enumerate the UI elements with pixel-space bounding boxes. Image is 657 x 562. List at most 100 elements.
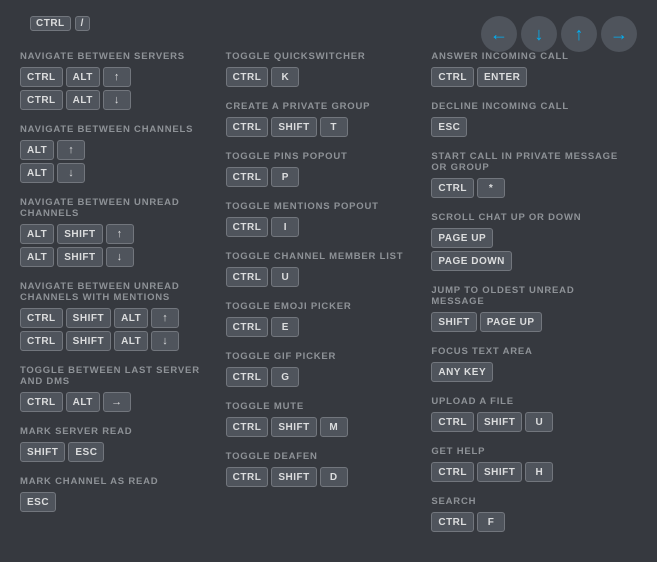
section-2-7: GET HELPCTRLSHIFTH xyxy=(431,446,627,482)
key-2-6-0-1: SHIFT xyxy=(477,412,522,432)
section-label-1-6: TOGGLE GIF PICKER xyxy=(226,351,422,362)
keys-row-0-3-1: CTRLSHIFTALT↓ xyxy=(20,331,216,351)
key-2-6-0-2: U xyxy=(525,412,553,432)
section-0-3: NAVIGATE BETWEEN UNREAD CHANNELS WITH ME… xyxy=(20,281,216,351)
key-1-0-0-0: CTRL xyxy=(226,67,269,87)
key-0-0-1-2: ↓ xyxy=(103,90,131,110)
section-0-1: NAVIGATE BETWEEN CHANNELSALT↑ALT↓ xyxy=(20,124,216,183)
header-badge-slash: / xyxy=(75,16,90,31)
key-0-4-0-0: CTRL xyxy=(20,392,63,412)
keys-row-1-7-0: CTRLSHIFTM xyxy=(226,417,422,437)
arrow-navigation: ← ↓ ↑ → xyxy=(481,16,637,52)
section-label-2-3: SCROLL CHAT UP OR DOWN xyxy=(431,212,627,223)
key-1-3-0-1: I xyxy=(271,217,299,237)
section-label-2-1: DECLINE INCOMING CALL xyxy=(431,101,627,112)
keys-row-0-1-1: ALT↓ xyxy=(20,163,216,183)
keys-row-0-3-0: CTRLSHIFTALT↑ xyxy=(20,308,216,328)
key-1-1-0-0: CTRL xyxy=(226,117,269,137)
keys-row-0-1-0: ALT↑ xyxy=(20,140,216,160)
keys-row-2-3-1: PAGE DOWN xyxy=(431,251,627,271)
key-1-8-0-0: CTRL xyxy=(226,467,269,487)
key-1-3-0-0: CTRL xyxy=(226,217,269,237)
keys-row-2-3-0: PAGE UP xyxy=(431,228,627,248)
arrow-right-button[interactable]: → xyxy=(601,16,637,52)
section-label-2-2: START CALL IN PRIVATE MESSAGE OR GROUP xyxy=(431,151,627,173)
keys-row-1-8-0: CTRLSHIFTD xyxy=(226,467,422,487)
key-1-7-0-2: M xyxy=(320,417,348,437)
key-0-2-0-2: ↑ xyxy=(106,224,134,244)
key-0-1-1-0: ALT xyxy=(20,163,54,183)
key-1-4-0-1: U xyxy=(271,267,299,287)
key-1-6-0-1: G xyxy=(271,367,299,387)
section-label-0-5: MARK SERVER READ xyxy=(20,426,216,437)
keys-row-2-6-0: CTRLSHIFTU xyxy=(431,412,627,432)
header-badges: CTRL / xyxy=(30,16,90,31)
arrow-down-button[interactable]: ↓ xyxy=(521,16,557,52)
key-1-4-0-0: CTRL xyxy=(226,267,269,287)
section-label-2-6: UPLOAD A FILE xyxy=(431,396,627,407)
keys-row-2-1-0: ESC xyxy=(431,117,627,137)
header-badge-ctrl: CTRL xyxy=(30,16,71,31)
key-0-0-1-1: ALT xyxy=(66,90,100,110)
key-2-2-0-0: CTRL xyxy=(431,178,474,198)
key-2-8-0-0: CTRL xyxy=(431,512,474,532)
section-1-2: TOGGLE PINS POPOUTCTRLP xyxy=(226,151,422,187)
key-0-4-0-2: → xyxy=(103,392,131,412)
section-label-2-7: GET HELP xyxy=(431,446,627,457)
key-2-4-0-0: SHIFT xyxy=(431,312,476,332)
section-label-0-6: MARK CHANNEL AS READ xyxy=(20,476,216,487)
section-label-2-0: ANSWER INCOMING CALL xyxy=(431,51,627,62)
key-0-0-0-0: CTRL xyxy=(20,67,63,87)
key-0-3-0-1: SHIFT xyxy=(66,308,111,328)
key-1-1-0-2: T xyxy=(320,117,348,137)
key-0-4-0-1: ALT xyxy=(66,392,100,412)
keys-row-0-2-1: ALTSHIFT↓ xyxy=(20,247,216,267)
keys-row-1-6-0: CTRLG xyxy=(226,367,422,387)
key-0-6-0-0: ESC xyxy=(20,492,56,512)
section-1-3: TOGGLE MENTIONS POPOUTCTRLI xyxy=(226,201,422,237)
keys-row-1-3-0: CTRLI xyxy=(226,217,422,237)
section-1-1: CREATE A PRIVATE GROUPCTRLSHIFTT xyxy=(226,101,422,137)
key-0-2-1-1: SHIFT xyxy=(57,247,102,267)
section-2-0: ANSWER INCOMING CALL CTRLENTER xyxy=(431,51,627,87)
key-0-3-1-2: ALT xyxy=(114,331,148,351)
key-0-3-0-0: CTRL xyxy=(20,308,63,328)
keys-row-2-5-0: ANY KEY xyxy=(431,362,627,382)
key-1-7-0-1: SHIFT xyxy=(271,417,316,437)
section-2-6: UPLOAD A FILE CTRLSHIFTU xyxy=(431,396,627,432)
key-0-2-0-1: SHIFT xyxy=(57,224,102,244)
section-0-5: MARK SERVER READ SHIFTESC xyxy=(20,426,216,462)
section-2-5: FOCUS TEXT AREAANY KEY xyxy=(431,346,627,382)
key-2-0-0-1: ENTER xyxy=(477,67,527,87)
key-1-2-0-1: P xyxy=(271,167,299,187)
keys-row-1-0-0: CTRLK xyxy=(226,67,422,87)
section-label-1-2: TOGGLE PINS POPOUT xyxy=(226,151,422,162)
section-label-1-8: TOGGLE DEAFEN xyxy=(226,451,422,462)
section-1-7: TOGGLE MUTECTRLSHIFTM xyxy=(226,401,422,437)
key-1-6-0-0: CTRL xyxy=(226,367,269,387)
section-0-2: NAVIGATE BETWEEN UNREAD CHANNELS ALTSHIFT… xyxy=(20,197,216,267)
section-label-0-4: TOGGLE BETWEEN LAST SERVER AND DMS xyxy=(20,365,216,387)
arrow-left-button[interactable]: ← xyxy=(481,16,517,52)
key-0-5-0-0: SHIFT xyxy=(20,442,65,462)
keys-row-0-0-0: CTRLALT↑ xyxy=(20,67,216,87)
section-1-6: TOGGLE GIF PICKER CTRLG xyxy=(226,351,422,387)
key-0-1-0-1: ↑ xyxy=(57,140,85,160)
keys-row-2-0-0: CTRLENTER xyxy=(431,67,627,87)
key-2-8-0-1: F xyxy=(477,512,505,532)
keys-row-1-5-0: CTRLE xyxy=(226,317,422,337)
section-2-1: DECLINE INCOMING CALL ESC xyxy=(431,101,627,137)
section-1-5: TOGGLE EMOJI PICKER CTRLE xyxy=(226,301,422,337)
key-0-5-0-1: ESC xyxy=(68,442,104,462)
section-label-0-0: NAVIGATE BETWEEN SERVERS xyxy=(20,51,216,62)
section-label-1-5: TOGGLE EMOJI PICKER xyxy=(226,301,422,312)
key-2-7-0-0: CTRL xyxy=(431,462,474,482)
section-label-2-8: SEARCH xyxy=(431,496,627,507)
key-2-0-0-0: CTRL xyxy=(431,67,474,87)
section-label-0-2: NAVIGATE BETWEEN UNREAD CHANNELS xyxy=(20,197,216,219)
key-0-3-1-1: SHIFT xyxy=(66,331,111,351)
arrow-up-button[interactable]: ↑ xyxy=(561,16,597,52)
section-label-1-0: TOGGLE QUICKSWITCHER xyxy=(226,51,422,62)
key-2-1-0-0: ESC xyxy=(431,117,467,137)
columns-container: NAVIGATE BETWEEN SERVERSCTRLALT↑CTRLALT↓… xyxy=(20,51,637,546)
